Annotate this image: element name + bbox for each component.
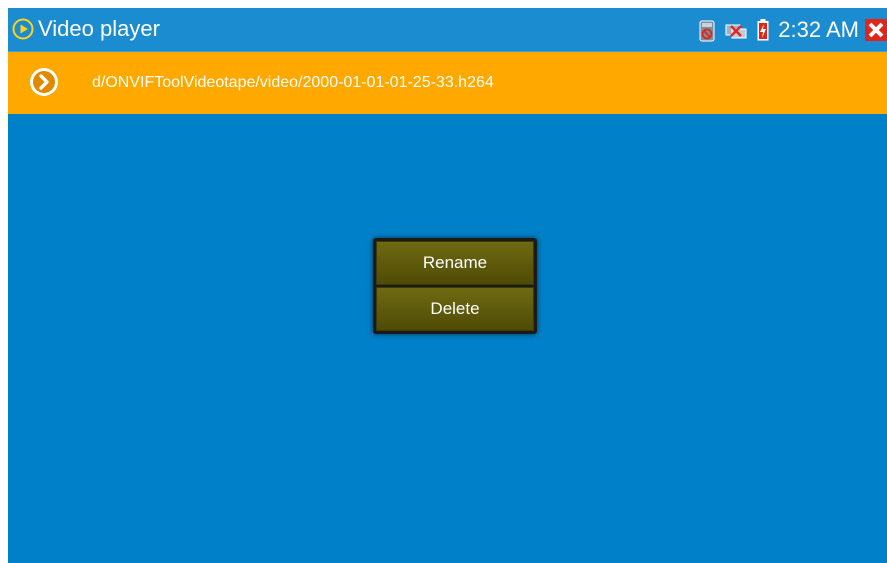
file-path: d/ONVIFToolVideotape/video/2000-01-01-01… <box>92 74 494 91</box>
status-clock: 2:32 AM <box>778 17 859 42</box>
file-context-menu: Rename Delete <box>373 238 537 334</box>
path-bar: d/ONVIFToolVideotape/video/2000-01-01-01… <box>8 52 887 114</box>
video-player-screen: Video player 2:32 AM d/ONVIFToolVideotap… <box>8 8 887 563</box>
rename-button[interactable]: Rename <box>376 241 534 285</box>
app-title: Video player <box>38 16 160 41</box>
delete-button[interactable]: Delete <box>376 287 534 331</box>
title-bar: Video player 2:32 AM <box>8 8 887 52</box>
sd-card-no-signal-icon <box>699 20 715 47</box>
play-circle-icon <box>12 18 34 40</box>
network-disconnected-icon <box>725 23 747 44</box>
battery-charging-icon <box>757 19 769 46</box>
close-app-icon[interactable] <box>865 19 887 46</box>
forward-arrow-icon[interactable] <box>30 68 58 96</box>
